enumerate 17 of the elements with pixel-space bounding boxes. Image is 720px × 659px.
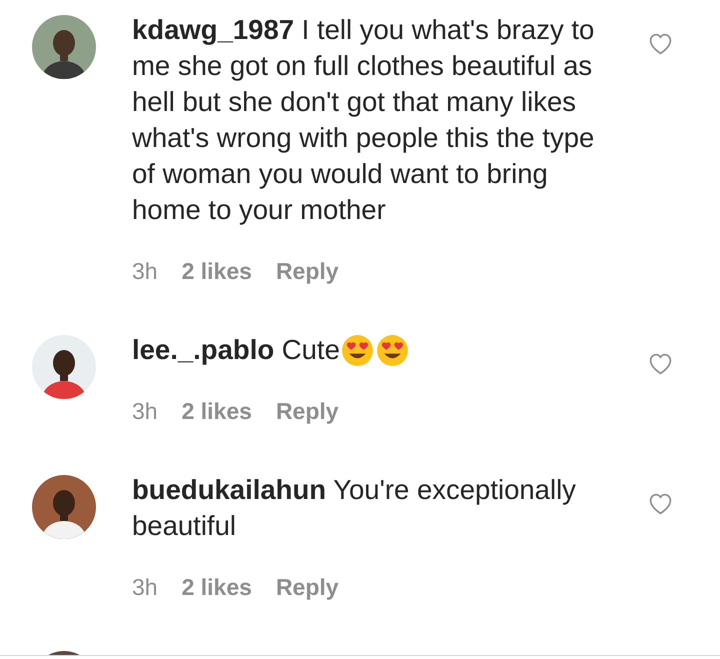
likes-count-link[interactable]: 2 likes	[182, 258, 252, 284]
comment-time: 3h	[132, 574, 158, 600]
comment-text: lee._.pablo Cute	[132, 333, 340, 367]
reply-link[interactable]: Reply	[276, 398, 339, 424]
comment-time: 3h	[132, 398, 158, 424]
reply-link[interactable]: Reply	[276, 258, 339, 284]
like-heart-icon[interactable]	[648, 492, 673, 515]
comment-text: kdawg_1987 I tell you what's brazy to me she got on full clothes beautiful as hell but she don't got that many likes what's wrong with people this the type of woman you would want to bring home to your mother	[132, 13, 596, 227]
likes-count-link[interactable]: 2 likes	[182, 398, 252, 424]
comment-text: buedukailahun You're exceptionally beautiful	[132, 473, 577, 543]
like-heart-icon[interactable]	[648, 352, 673, 375]
like-heart-icon[interactable]	[648, 32, 673, 55]
comment-time: 3h	[132, 258, 158, 284]
reply-link[interactable]: Reply	[276, 574, 339, 600]
heart-eyes-emoji-icon	[340, 334, 374, 366]
likes-count-link[interactable]: 2 likes	[182, 574, 252, 600]
heart-eyes-emoji-icon	[376, 334, 409, 366]
